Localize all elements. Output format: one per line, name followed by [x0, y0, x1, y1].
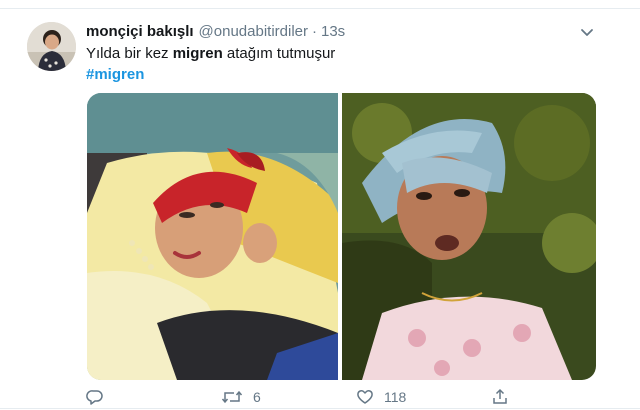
tweet-text: Yılda bir kez migren atağım tutmuşur	[86, 45, 335, 62]
tweet-text-before: Yılda bir kez	[86, 45, 173, 62]
share-button[interactable]	[491, 386, 509, 408]
like-button[interactable]: 118	[356, 386, 406, 408]
display-name[interactable]: monçiçi bakışlı	[86, 23, 194, 40]
timestamp[interactable]: 13s	[321, 23, 345, 40]
media-image-left[interactable]	[87, 93, 338, 380]
chevron-down-icon[interactable]	[578, 26, 596, 40]
tweet-media[interactable]	[87, 93, 596, 380]
avatar[interactable]	[27, 22, 76, 71]
reply-button[interactable]	[86, 386, 114, 408]
reply-icon	[86, 388, 104, 406]
tweet-text-after: atağım tutmuşur	[222, 45, 336, 62]
separator-dot: ·	[312, 23, 317, 40]
retweet-button[interactable]: 6	[221, 386, 261, 408]
media-image-right[interactable]	[342, 93, 596, 380]
tweet-text-bold: migren	[172, 45, 223, 62]
bottom-divider	[0, 408, 640, 409]
retweet-count: 6	[253, 389, 261, 405]
tweet-actions: 6 118	[86, 386, 606, 408]
retweet-icon	[221, 388, 243, 406]
like-count: 118	[384, 389, 407, 405]
user-handle[interactable]: @onudabitirdiler	[199, 23, 308, 40]
hashtag-link[interactable]: #migren	[86, 66, 144, 83]
tweet-header: monçiçi bakışlı @onudabitirdiler · 13s	[86, 23, 345, 43]
heart-icon	[356, 388, 374, 406]
share-icon	[491, 388, 509, 406]
top-divider	[0, 8, 640, 9]
